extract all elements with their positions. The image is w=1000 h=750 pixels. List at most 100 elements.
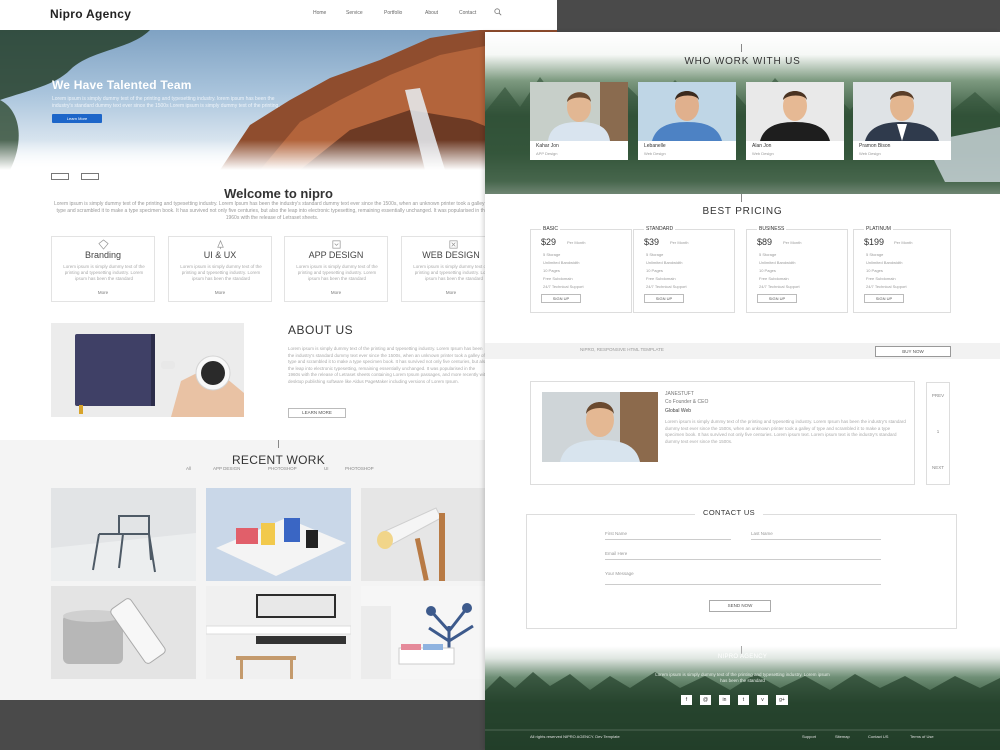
footer-link-terms[interactable]: Terms of Use: [910, 734, 934, 739]
hero-learn-more-button[interactable]: Learn More: [52, 114, 102, 123]
service-title: Branding: [84, 250, 122, 260]
dribbble-icon[interactable]: @: [700, 695, 711, 705]
work-item-kids-room[interactable]: [361, 586, 485, 679]
plan-price: $89: [757, 237, 773, 247]
buy-now-button[interactable]: BUY NOW: [875, 346, 951, 357]
first-name-field[interactable]: First Name: [605, 531, 731, 540]
plan-signup-button[interactable]: SIGN UP: [864, 294, 904, 303]
plan-price: $199: [864, 237, 885, 247]
filter-all[interactable]: All: [186, 466, 191, 471]
member-photo: [746, 82, 844, 141]
testimonial-company: Global Web: [665, 408, 692, 414]
nav-link-contact[interactable]: Contact: [459, 10, 476, 16]
slider-prev-button[interactable]: [51, 173, 69, 180]
service-more-link[interactable]: More: [169, 290, 271, 295]
pricing-card-standard: STANDARD $39 Per Month 5 Storage Unlimit…: [633, 226, 735, 313]
twitter-icon[interactable]: t: [738, 695, 749, 705]
team-card-pramon-bison[interactable]: Pramon Bison Web Design: [853, 82, 951, 160]
message-field[interactable]: Your Message: [605, 571, 881, 585]
nav-link-home[interactable]: Home: [313, 10, 326, 16]
plan-signup-button[interactable]: SIGN UP: [757, 294, 797, 303]
plan-feature: 5 Storage: [759, 252, 777, 257]
testimonial-photo: [542, 392, 658, 462]
plan-price: $39: [644, 237, 660, 247]
plan-signup-button[interactable]: SIGN UP: [541, 294, 581, 303]
testimonial-text: Lorem ipsum is simply dummy text of the …: [665, 419, 906, 444]
recent-work-title: RECENT WORK: [231, 453, 326, 467]
last-name-field[interactable]: Last Name: [751, 531, 881, 540]
member-name: Alan Jon: [752, 143, 772, 149]
testimonial-next-button[interactable]: NEXT: [927, 465, 949, 470]
work-item-interior-shelf[interactable]: [206, 586, 351, 679]
service-card-branding[interactable]: Branding Lorem ipsum is simply dummy tex…: [51, 236, 155, 302]
service-more-link[interactable]: More: [285, 290, 387, 295]
about-learn-more-button[interactable]: LEARN MORE: [288, 408, 346, 418]
top-navbar: Nipro Agency Home Service Portfolio Abou…: [0, 0, 557, 30]
footer-link-sitemap[interactable]: Sitemap: [835, 734, 850, 739]
footer-link-contact[interactable]: Contact US: [868, 734, 888, 739]
filter-photoshop[interactable]: PHOTOSHOP: [268, 466, 297, 471]
plan-signup-button[interactable]: SIGN UP: [644, 294, 684, 303]
plan-feature: 10 Pages: [543, 268, 560, 273]
testimonial-prev-button[interactable]: PREV: [927, 393, 949, 398]
member-name: Kahar Jon: [536, 143, 559, 149]
testimonial-author: JANESTUFT: [665, 391, 694, 397]
homepage-preview-right: WHO WORK WITH US Kahar Jon APP Design Le…: [485, 32, 1000, 750]
member-photo: [530, 82, 628, 141]
service-more-link[interactable]: More: [52, 290, 154, 295]
send-now-button[interactable]: SEND NOW: [709, 600, 771, 612]
testimonial-page-indicator[interactable]: 1: [927, 429, 949, 434]
team-title: WHO WORK WITH US: [684, 56, 801, 67]
member-role: Web Design: [752, 151, 774, 156]
work-item-speaker-phone[interactable]: [51, 586, 196, 679]
facebook-icon[interactable]: f: [681, 695, 692, 705]
branding-icon: [98, 239, 109, 250]
plan-period: Per Month: [567, 240, 586, 245]
team-card-lebanelle[interactable]: Lebanelle Web Design: [638, 82, 736, 160]
email-field[interactable]: Email Here: [605, 551, 881, 560]
search-icon[interactable]: [494, 8, 502, 16]
ui-ux-icon: [217, 239, 224, 250]
team-card-kahar-jon[interactable]: Kahar Jon APP Design: [530, 82, 628, 160]
plan-feature: 24/7 Technical Support: [759, 284, 800, 289]
nav-link-portfolio[interactable]: Portfolio: [384, 10, 402, 16]
service-desc: Lorem ipsum is simply dummy text of the …: [63, 264, 145, 281]
member-name: Pramon Bison: [859, 143, 891, 149]
member-role: Web Design: [644, 151, 666, 156]
brand-logo[interactable]: Nipro Agency: [50, 7, 131, 21]
team-card-alan-jon[interactable]: Alan Jon Web Design: [746, 82, 844, 160]
member-photo: [853, 82, 951, 141]
plan-feature: Unlimited Bandwidth: [646, 260, 683, 265]
footer-link-support[interactable]: Support: [802, 734, 816, 739]
nav-link-about[interactable]: About: [425, 10, 438, 16]
hero-text: Lorem ipsum is simply dummy text of the …: [52, 96, 280, 109]
filter-app-design[interactable]: APP DESIGN: [213, 466, 240, 471]
google-plus-icon[interactable]: g+: [776, 695, 788, 705]
pricing-title: BEST PRICING: [702, 206, 783, 217]
pricing-card-business: BUSINESS $89 Per Month 5 Storage Unlimit…: [746, 226, 848, 313]
section-divider: [741, 194, 742, 202]
member-role: APP Design: [536, 151, 558, 156]
work-item-blocks[interactable]: [206, 488, 351, 581]
filter-photoshop-2[interactable]: PHOTOSHOP: [345, 466, 374, 471]
pricing-card-platinum: PLATINUM $199 Per Month 5 Storage Unlimi…: [853, 226, 951, 313]
service-desc: Lorem ipsum is simply dummy text of the …: [180, 264, 262, 281]
filter-ui[interactable]: UI: [324, 466, 329, 471]
slider-next-button[interactable]: [81, 173, 99, 180]
plan-name: PLATINUM: [864, 226, 893, 232]
work-item-lamp[interactable]: [361, 488, 485, 581]
plan-feature: 10 Pages: [866, 268, 883, 273]
plan-name: BASIC: [541, 226, 561, 232]
vimeo-icon[interactable]: v: [757, 695, 768, 705]
linkedin-icon[interactable]: in: [719, 695, 730, 705]
nav-link-service[interactable]: Service: [346, 10, 363, 16]
work-item-chair[interactable]: [51, 488, 196, 581]
footer-brand: NIPRO AGENCY: [717, 654, 768, 660]
plan-feature: 5 Storage: [646, 252, 664, 257]
testimonial-position: Co Founder & CEO: [665, 399, 709, 405]
plan-feature: 10 Pages: [646, 268, 663, 273]
service-card-app-design[interactable]: APP DESIGN Lorem ipsum is simply dummy t…: [284, 236, 388, 302]
service-card-ui-ux[interactable]: UI & UX Lorem ipsum is simply dummy text…: [168, 236, 272, 302]
testimonial-pager: PREV 1 NEXT: [926, 382, 950, 485]
pricing-card-basic: BASIC $29 Per Month 5 Storage Unlimited …: [530, 226, 632, 313]
